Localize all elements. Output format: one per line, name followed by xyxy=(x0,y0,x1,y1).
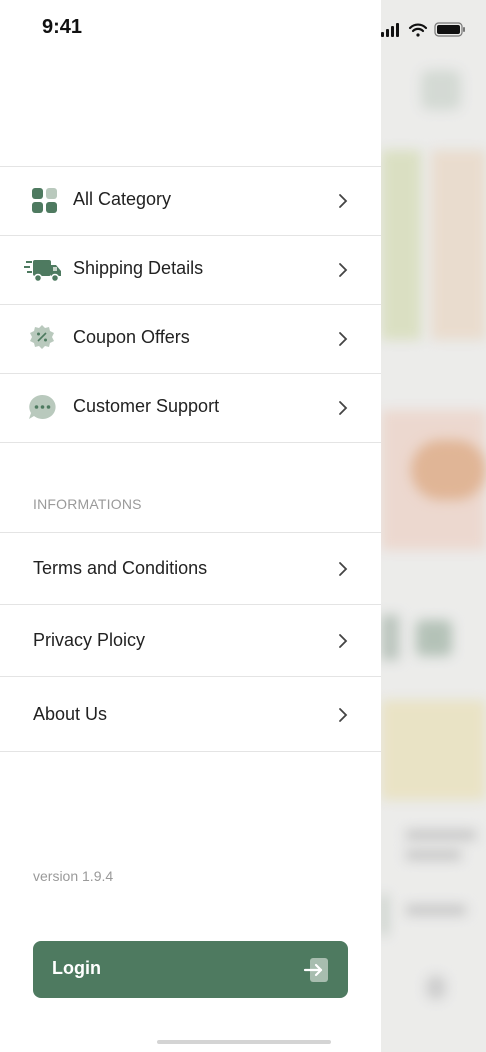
menu-item-all-category[interactable]: All Category xyxy=(0,166,381,235)
menu-item-coupon-offers[interactable]: Coupon Offers xyxy=(0,304,381,373)
menu-item-shipping-details[interactable]: Shipping Details xyxy=(0,235,381,304)
menu-item-label: Customer Support xyxy=(73,396,220,416)
login-arrow-icon xyxy=(303,958,328,982)
battery-icon xyxy=(434,22,465,37)
chevron-right-icon xyxy=(339,401,348,415)
truck-icon xyxy=(24,260,61,283)
signal-icon xyxy=(381,23,399,37)
info-item-label: Terms and Conditions xyxy=(33,558,208,578)
chevron-right-icon xyxy=(339,708,348,722)
status-time: 9:41 xyxy=(42,16,83,38)
info-item-about-us[interactable]: About Us xyxy=(0,676,381,752)
chevron-right-icon xyxy=(339,562,348,576)
grid-icon xyxy=(32,188,57,213)
menu-item-customer-support[interactable]: Customer Support xyxy=(0,373,381,443)
login-button-label: Login xyxy=(52,958,101,978)
menu-item-label: Coupon Offers xyxy=(73,327,190,347)
info-item-terms[interactable]: Terms and Conditions xyxy=(0,532,381,604)
chat-icon xyxy=(29,394,56,419)
wifi-icon xyxy=(408,23,428,37)
side-drawer: 9:41 All Category Shipping Details Coupo… xyxy=(0,0,381,1052)
informations-list: Terms and Conditions Privacy Ploicy Abou… xyxy=(0,532,381,752)
informations-section-title: INFORMATIONS xyxy=(33,496,142,512)
login-button[interactable]: Login xyxy=(33,941,348,998)
menu-item-label: All Category xyxy=(73,189,172,209)
app-version: version 1.9.4 xyxy=(33,868,114,884)
drawer-scrim[interactable] xyxy=(381,0,486,1052)
info-item-privacy[interactable]: Privacy Ploicy xyxy=(0,604,381,676)
chevron-right-icon xyxy=(339,194,348,208)
main-menu: All Category Shipping Details Coupon Off… xyxy=(0,166,381,443)
chevron-right-icon xyxy=(339,634,348,648)
info-item-label: About Us xyxy=(33,704,108,724)
menu-item-label: Shipping Details xyxy=(73,258,204,278)
home-indicator[interactable] xyxy=(157,1040,331,1044)
info-item-label: Privacy Ploicy xyxy=(33,630,146,650)
chevron-right-icon xyxy=(339,332,348,346)
status-bar-icons xyxy=(381,22,465,37)
coupon-icon xyxy=(30,325,54,349)
chevron-right-icon xyxy=(339,263,348,277)
